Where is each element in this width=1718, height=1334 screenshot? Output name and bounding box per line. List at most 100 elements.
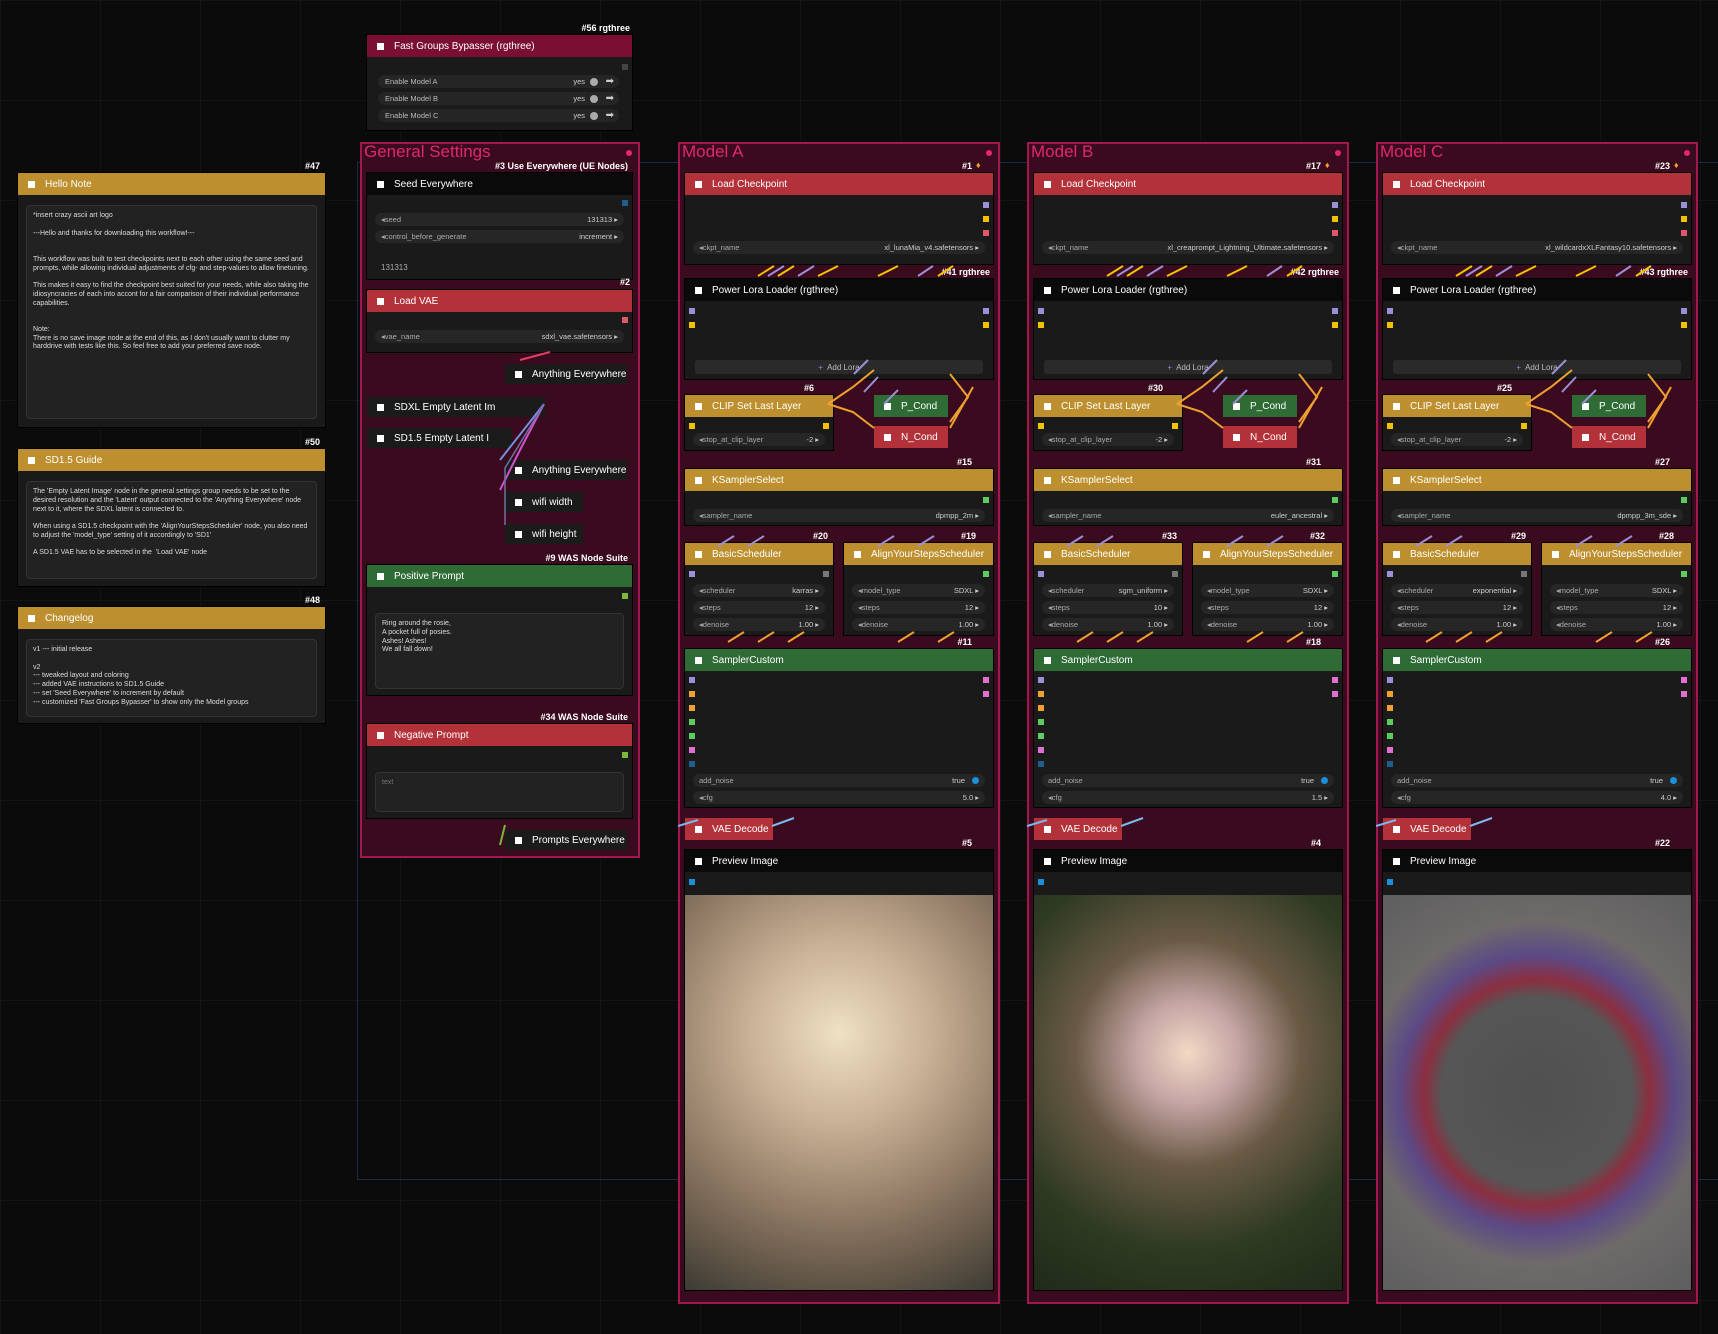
fox-icon: ♦ [1325,160,1330,170]
input-slot[interactable] [689,879,695,885]
note-checkbox[interactable] [28,456,35,464]
toggle-enable-model-a[interactable]: Enable Model A yes ➡ [378,75,619,88]
bypasser-header[interactable]: Fast Groups Bypasser (rgthree) [367,35,632,57]
node-checkbox[interactable] [1393,857,1400,865]
load-checkpoint-node[interactable]: Load Checkpoint ckpt_name xl_creaprompt_L… [1034,173,1342,264]
bypasser-id: #56 rgthree [581,23,630,33]
preview-image[interactable] [685,895,993,1290]
output-slot[interactable] [1681,216,1687,222]
preview-image-node[interactable]: Preview Image [1383,850,1691,1290]
node-header[interactable]: Load Checkpoint [1034,173,1342,195]
hello-note-node[interactable]: Hello Note *insert crazy ascii art logo … [18,173,325,427]
output-slot[interactable] [1681,202,1687,208]
output-slot[interactable] [983,230,989,236]
preview-image-node[interactable]: Preview Image [685,850,993,1290]
node-checkbox[interactable] [695,857,702,865]
node-header[interactable]: Seed Everywhere [367,173,632,195]
node-id: #23 [1654,161,1670,171]
changelog-node[interactable]: Changelog v1 --- initial release v2 --- … [18,607,325,723]
ckpt-name-widget[interactable]: ckpt_name xl_lunaMia_v4.safetensors [693,241,985,254]
sd15-guide-node[interactable]: SD1.5 Guide The 'Empty Latent Image' nod… [18,449,325,586]
load-vae-node[interactable]: Load VAE vae_name sdxl_vae.safetensors [367,290,632,352]
node-title: Positive Prompt [394,570,465,582]
node-header[interactable]: Preview Image [1034,850,1342,872]
node-header[interactable]: Load Checkpoint [685,173,993,195]
control-before-generate-widget[interactable]: control_before_generate increment [375,230,624,243]
group-title: Model A [682,142,744,161]
load-checkpoint-node[interactable]: Load Checkpoint ckpt_name xl_lunaMia_v4.s… [685,173,993,264]
output-slot[interactable] [622,64,628,70]
note-text[interactable]: *insert crazy ascii art logo ---Hello an… [26,205,317,419]
group-handle-icon[interactable] [1684,150,1690,156]
ckpt-name-widget[interactable]: ckpt_name xl_creaprompt_Lightning_Ultimat… [1042,241,1334,254]
output-slot[interactable] [1332,230,1338,236]
arrow-right-icon[interactable]: ➡ [606,76,614,87]
node-checkbox[interactable] [377,403,384,411]
node-checkbox[interactable] [377,180,384,188]
node-checkbox[interactable] [377,297,384,305]
toggle-enable-model-b[interactable]: Enable Model B yes ➡ [378,92,619,105]
toggle-switch-icon[interactable] [590,95,598,103]
node-title: Negative Prompt [394,729,469,741]
note-text[interactable]: The 'Empty Latent Image' node in the gen… [26,481,317,579]
toggle-switch-icon[interactable] [590,112,598,120]
node-title: SD1.5 Empty Latent I [394,432,490,444]
note-header[interactable]: Changelog [18,607,325,629]
arrow-right-icon[interactable]: ➡ [606,93,614,104]
input-slot[interactable] [1038,879,1044,885]
widget-value: xl_creaprompt_Lightning_Ultimate.safeten… [1167,243,1328,252]
node-header[interactable]: Load VAE [367,290,632,312]
preview-image-node[interactable]: Preview Image [1034,850,1342,1290]
bypass-checkbox[interactable] [377,42,384,50]
note-text[interactable]: v1 --- initial release v2 --- tweaked la… [26,639,317,717]
node-checkbox[interactable] [377,572,384,580]
ckpt-name-widget[interactable]: ckpt_name xl_wildcardxXLFantasy10.safeten… [1391,241,1683,254]
group-handle-icon[interactable] [626,150,632,156]
node-title: Seed Everywhere [394,178,473,190]
fast-groups-bypasser-node[interactable]: Fast Groups Bypasser (rgthree) Enable Mo… [367,35,632,130]
note-checkbox[interactable] [28,614,35,622]
output-slot[interactable] [622,752,628,758]
seed-everywhere-node[interactable]: Seed Everywhere seed 131313 control_befor… [367,173,632,279]
load-checkpoint-node[interactable]: Load Checkpoint ckpt_name xl_wildcardxXLF… [1383,173,1691,264]
group-handle-icon[interactable] [986,150,992,156]
widget-value: 131313 [587,215,618,224]
output-slot[interactable] [622,317,628,323]
node-checkbox[interactable] [377,434,384,442]
note-header[interactable]: Hello Note [18,173,325,195]
output-slot[interactable] [983,202,989,208]
toggle-switch-icon[interactable] [590,78,598,86]
node-checkbox[interactable] [377,731,384,739]
note-header[interactable]: SD1.5 Guide [18,449,325,471]
vae-name-widget[interactable]: vae_name sdxl_vae.safetensors [375,330,624,343]
output-slot[interactable] [1332,202,1338,208]
note-checkbox[interactable] [28,180,35,188]
output-slot[interactable] [1332,216,1338,222]
note-id: #50 [304,437,320,447]
node-header[interactable]: Preview Image [1383,850,1691,872]
node-checkbox[interactable] [695,180,702,188]
output-slot[interactable] [983,216,989,222]
seed-display: 131313 [381,263,408,272]
node-title: Load Checkpoint [1061,178,1137,190]
output-slot[interactable] [622,593,628,599]
input-slot[interactable] [622,200,628,206]
node-checkbox[interactable] [1044,180,1051,188]
output-slot[interactable] [1681,230,1687,236]
input-slot[interactable] [1387,879,1393,885]
note-id: #47 [304,161,320,171]
group-title: Model C [1380,142,1444,161]
seed-widget[interactable]: seed 131313 [375,213,624,226]
arrow-right-icon[interactable]: ➡ [606,110,614,121]
group-handle-icon[interactable] [1335,150,1341,156]
toggle-enable-model-c[interactable]: Enable Model C yes ➡ [378,109,619,122]
node-checkbox[interactable] [1393,180,1400,188]
preview-image[interactable] [1034,895,1342,1290]
node-checkbox[interactable] [1044,857,1051,865]
preview-image[interactable] [1383,895,1691,1290]
node-title: Load VAE [394,295,439,307]
node-header[interactable]: Load Checkpoint [1383,173,1691,195]
widget-label: seed [381,215,401,224]
connection-wires [678,265,974,827]
node-header[interactable]: Preview Image [685,850,993,872]
